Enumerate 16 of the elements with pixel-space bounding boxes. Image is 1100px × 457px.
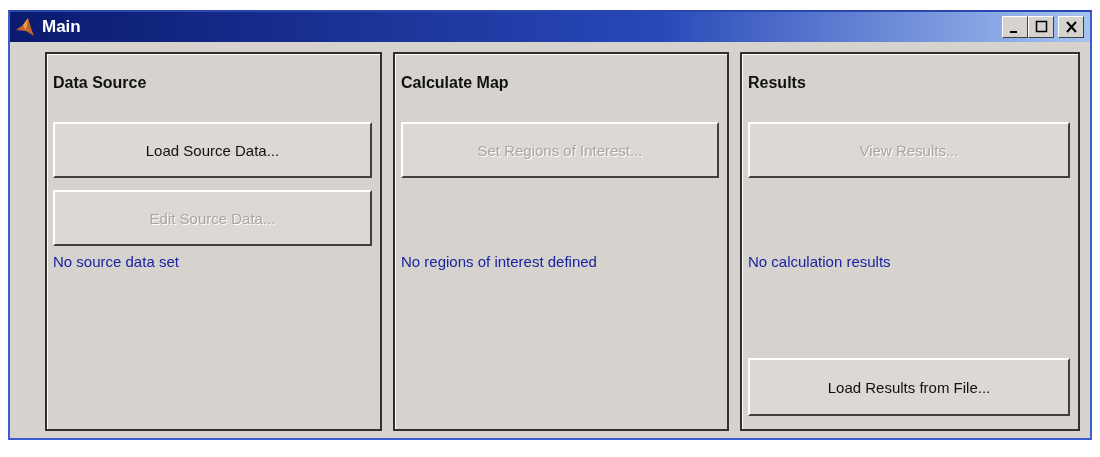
window-title: Main — [42, 17, 82, 37]
status-text: No regions of interest defined — [401, 252, 598, 270]
minimize-button[interactable] — [1002, 16, 1028, 38]
app-logo-icon — [14, 16, 36, 38]
panel-title: Calculate Map — [401, 74, 510, 92]
status-text: No calculation results — [748, 252, 892, 270]
maximize-button[interactable] — [1028, 16, 1054, 38]
close-button[interactable] — [1058, 16, 1084, 38]
minimize-icon — [1009, 31, 1017, 33]
close-icon — [1063, 20, 1079, 34]
action-button[interactable]: Load Source Data... — [53, 122, 372, 178]
panel-title: Data Source — [53, 74, 148, 92]
status-text: No source data set — [53, 252, 180, 270]
action-button[interactable]: Load Results from File... — [748, 358, 1070, 416]
maximize-icon — [1033, 20, 1049, 34]
panel-title: Results — [748, 74, 807, 92]
